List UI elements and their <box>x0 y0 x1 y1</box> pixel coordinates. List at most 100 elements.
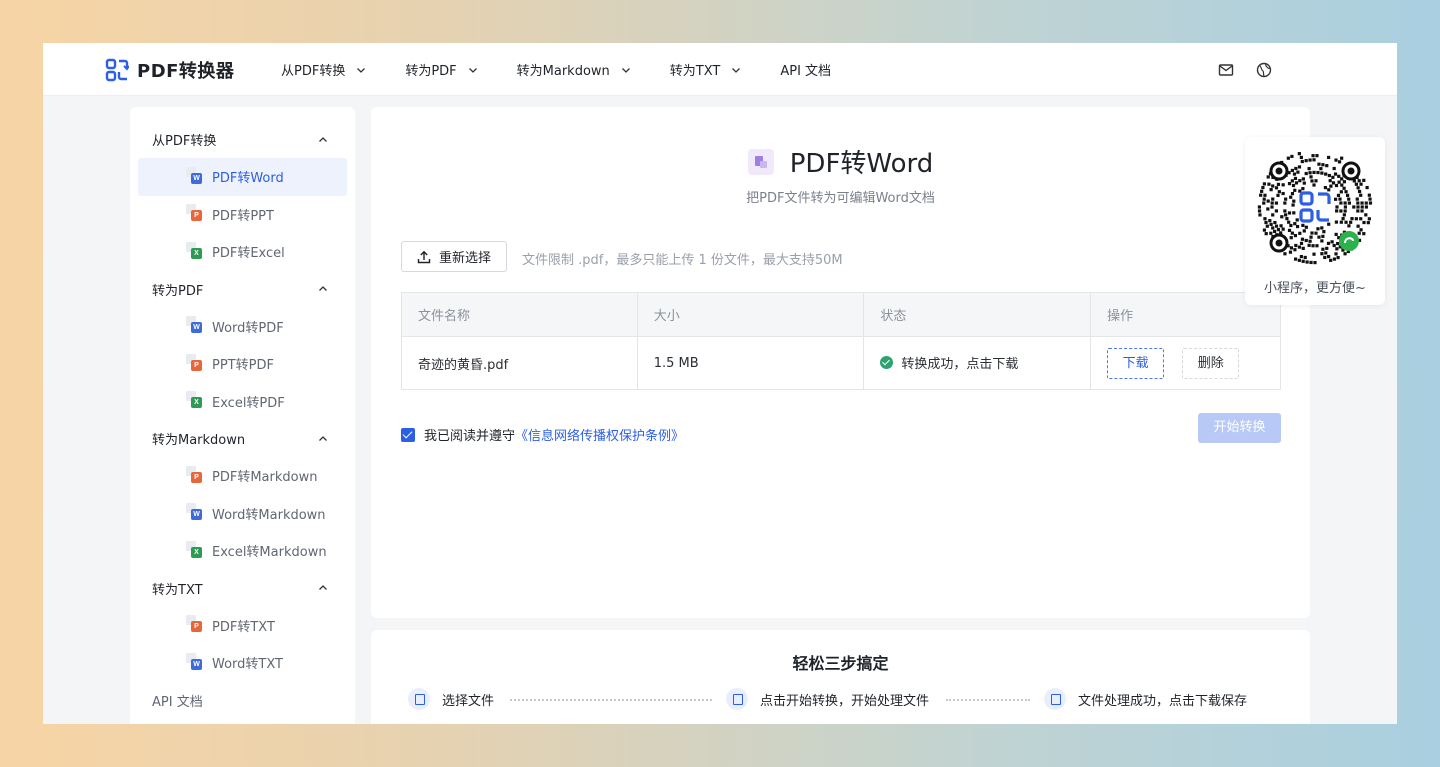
file-type-badge: W <box>191 509 202 521</box>
qr-module <box>1304 238 1308 243</box>
file-type-icon: X <box>186 540 204 561</box>
sidebar-item[interactable]: P PPT转PDF <box>138 345 347 383</box>
col-header-status: 状态 <box>863 292 1092 337</box>
qr-module <box>1280 215 1284 219</box>
qr-module <box>1327 222 1331 226</box>
qr-module <box>1332 243 1336 248</box>
qr-module <box>1263 217 1267 221</box>
logo-icon <box>105 58 130 82</box>
qr-module <box>1329 258 1333 262</box>
mail-icon[interactable] <box>1217 61 1235 79</box>
qr-caption: 小程序，更方便~ <box>1264 281 1366 296</box>
qr-module <box>1299 241 1304 245</box>
nav-label: 转为TXT <box>669 64 721 79</box>
sidebar-group-header[interactable]: 转为TXT <box>130 570 355 607</box>
qr-module <box>1325 164 1329 168</box>
sidebar-item[interactable]: W PDF转Word <box>138 158 347 196</box>
qr-finder-dot <box>1347 167 1355 175</box>
agreement-checkbox[interactable] <box>401 427 415 442</box>
nav-to-pdf[interactable]: 转为PDF <box>405 60 478 79</box>
qr-module <box>1331 175 1335 179</box>
chevron-down-icon <box>357 67 366 73</box>
sidebar-group-header[interactable]: 转为Markdown <box>130 420 355 457</box>
qr-module <box>1286 156 1290 160</box>
sidebar-item[interactable]: P PDF转TXT <box>138 607 347 645</box>
chevron-up-icon <box>319 286 327 291</box>
qr-module <box>1269 188 1273 192</box>
reselect-button[interactable]: 重新选择 <box>401 241 507 272</box>
download-button[interactable]: 下载 <box>1107 347 1165 379</box>
start-convert-button[interactable]: 开始转换 <box>1198 413 1281 443</box>
qr-module <box>1299 155 1303 160</box>
qr-module <box>1336 255 1340 260</box>
qr-module <box>1266 175 1270 179</box>
qr-module <box>1301 177 1305 181</box>
qr-module <box>1327 254 1331 259</box>
sidebar-item[interactable]: P PDF转PPT <box>138 196 347 234</box>
qr-module <box>1308 171 1312 175</box>
sidebar-item[interactable]: X Excel转Markdown <box>138 532 347 570</box>
qr-module <box>1342 180 1347 184</box>
qr-module <box>1334 232 1338 236</box>
qr-module <box>1339 201 1343 205</box>
qr-module <box>1329 184 1333 188</box>
qr-module <box>1356 224 1360 228</box>
qr-module <box>1257 209 1262 213</box>
delete-button[interactable]: 删除 <box>1182 347 1240 379</box>
file-type-icon: X <box>186 391 204 411</box>
qr-module <box>1333 172 1338 176</box>
qr-module <box>1264 232 1268 236</box>
qr-module <box>1271 197 1275 201</box>
sidebar-api-docs[interactable]: API 文档 <box>130 682 355 719</box>
nav-to-txt[interactable]: 转为TXT <box>670 60 743 79</box>
qr-module <box>1277 190 1281 194</box>
nav-to-markdown[interactable]: 转为Markdown <box>517 60 632 79</box>
qr-module <box>1290 192 1295 196</box>
sidebar-group-header[interactable]: 从PDF转换 <box>130 121 355 158</box>
qr-module <box>1273 229 1277 234</box>
sidebar-group-header[interactable]: 转为PDF <box>130 271 355 308</box>
nav-api-docs[interactable]: API 文档 <box>780 60 831 79</box>
step-label: 文件处理成功，点击下载保存 <box>1078 693 1248 709</box>
qr-module <box>1315 244 1319 248</box>
qr-module <box>1304 225 1308 229</box>
file-table: 文件名称 大小 状态 操作 奇迹的黄昏.pdf 1.5 MB 转换成功，点击下载 <box>401 292 1281 390</box>
qr-module <box>1266 199 1270 203</box>
qr-module <box>1327 173 1331 178</box>
sidebar-item[interactable]: W Word转Markdown <box>138 495 347 533</box>
qr-module <box>1262 182 1267 186</box>
file-type-badge: P <box>191 471 202 483</box>
qr-module <box>1283 252 1287 256</box>
qr-module <box>1292 211 1296 215</box>
step-start-convert: 点击开始转换，开始处理文件 <box>726 688 929 710</box>
sidebar-item[interactable]: W Word转PDF <box>138 308 347 346</box>
brand-logo[interactable]: PDF转换器 <box>105 57 234 83</box>
file-type-icon: P <box>186 465 204 486</box>
col-header-name: 文件名称 <box>401 292 638 337</box>
sidebar-item[interactable]: X PDF转Excel <box>138 233 347 271</box>
sidebar-item[interactable]: P PDF转Markdown <box>138 457 347 495</box>
sidebar-item[interactable]: W Word转TXT <box>138 644 347 682</box>
qr-module <box>1312 158 1316 162</box>
qr-module <box>1291 203 1295 207</box>
nav-label: 转为PDF <box>405 64 457 79</box>
qr-module <box>1354 217 1358 221</box>
agreement-link[interactable]: 《信息网络传播权保护条例》 <box>515 425 684 444</box>
agreement-row: 我已阅读并遵守 《信息网络传播权保护条例》 <box>401 425 684 444</box>
qr-module <box>1366 221 1370 225</box>
qr-module <box>1321 247 1325 251</box>
qr-module <box>1289 246 1293 250</box>
sidebar-item[interactable]: X Excel转PDF <box>138 383 347 421</box>
qr-module <box>1320 226 1324 230</box>
qr-module <box>1262 228 1267 232</box>
qr-module <box>1290 231 1294 235</box>
qr-module <box>1312 183 1316 187</box>
globe-icon[interactable] <box>1255 61 1273 79</box>
qr-module <box>1319 167 1323 171</box>
nav-from-pdf[interactable]: 从PDF转换 <box>281 60 367 79</box>
qr-module <box>1259 193 1263 197</box>
qr-module <box>1343 252 1347 256</box>
file-actions: 下载 删除 <box>1090 336 1281 390</box>
qr-module <box>1307 167 1311 171</box>
page-title: PDF转Word <box>789 149 934 179</box>
